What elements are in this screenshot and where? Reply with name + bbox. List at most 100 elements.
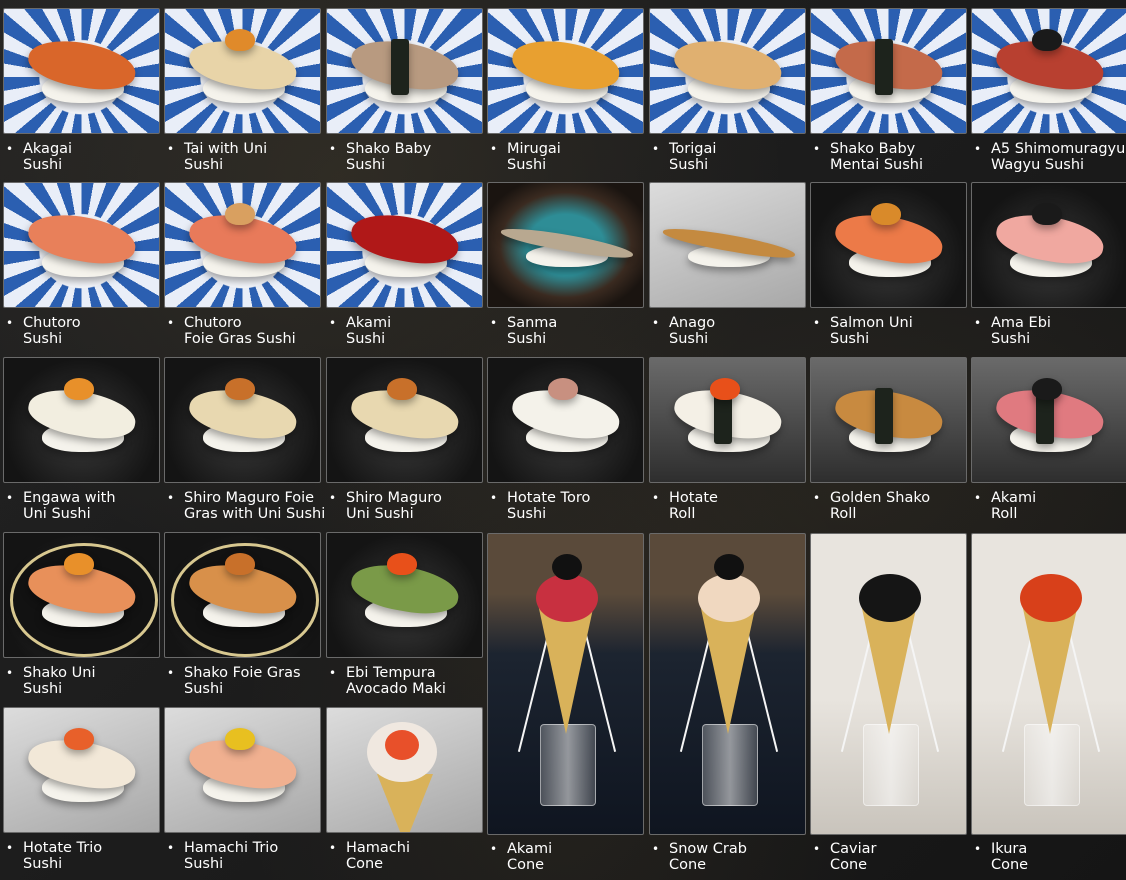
garnish-topping: [64, 378, 94, 400]
bullet-icon: •: [167, 666, 175, 680]
menu-item-name-line2: Sushi: [507, 157, 547, 173]
bullet-icon: •: [490, 316, 498, 330]
bullet-icon: •: [813, 316, 821, 330]
garnish-topping: [710, 378, 740, 400]
garnish-topping: [387, 378, 417, 400]
bullet-icon: •: [6, 841, 14, 855]
menu-item-name-line1: Hamachi Trio: [184, 840, 279, 856]
menu-item-name-line1: Chutoro: [23, 315, 81, 331]
menu-item-name-line1: Hotate Trio: [23, 840, 103, 856]
menu-item-name-line1: Ama Ebi: [991, 315, 1051, 331]
menu-item-name-line1: Chutoro: [184, 315, 242, 331]
menu-item-name-line1: Ikura: [991, 841, 1028, 857]
menu-item-name-line2: Uni Sushi: [346, 506, 414, 522]
bullet-icon: •: [813, 491, 821, 505]
garnish-topping: [225, 553, 255, 575]
nori-band: [875, 39, 893, 95]
bullet-icon: •: [652, 142, 660, 156]
waffle-cone: [700, 604, 756, 734]
menu-item-name-line1: Torigai: [669, 141, 717, 157]
food-photo-hotate-roll: [649, 357, 806, 483]
menu-item-name-line1: Mirugai: [507, 141, 561, 157]
bullet-icon: •: [329, 841, 337, 855]
menu-item-name-line1: Sanma: [507, 315, 558, 331]
menu-item-name-line2: Sushi: [346, 157, 386, 173]
bullet-icon: •: [490, 842, 498, 856]
bullet-icon: •: [974, 491, 982, 505]
food-photo-shako-uni-sushi: [3, 532, 160, 658]
menu-item-name-line2: Sushi: [669, 157, 709, 173]
food-photo-caviar-cone: [810, 533, 967, 835]
waffle-cone: [861, 604, 917, 734]
food-photo-golden-shako-roll: [810, 357, 967, 483]
garnish-topping: [871, 203, 901, 225]
garnish-topping: [225, 728, 255, 750]
garnish-topping: [225, 29, 255, 51]
menu-item-name-line2: Cone: [346, 856, 384, 872]
food-photo-chutoro-foie-gras-sushi: [164, 182, 321, 308]
menu-item-name-line2: Sushi: [669, 331, 709, 347]
bullet-icon: •: [329, 666, 337, 680]
menu-item-name-line2: Sushi: [346, 331, 386, 347]
bullet-icon: •: [329, 142, 337, 156]
waffle-cone: [377, 774, 433, 832]
menu-item-name-line1: Tai with Uni: [184, 141, 268, 157]
menu-item-name-line2: Cone: [507, 857, 545, 873]
menu-item-name-line2: Gras with Uni Sushi: [184, 506, 326, 522]
bullet-icon: •: [167, 491, 175, 505]
menu-item-name-line1: Engawa with: [23, 490, 116, 506]
menu-item-name-line1: Hamachi: [346, 840, 410, 856]
food-photo-akami-cone: [487, 533, 644, 835]
menu-item-name-line1: Akami: [507, 841, 553, 857]
menu-item-name-line2: Sushi: [23, 681, 63, 697]
food-photo-shiro-maguro-foie-gras-with-uni-sushi: [164, 357, 321, 483]
menu-item-name-line2: Sushi: [23, 157, 63, 173]
garnish-topping: [548, 378, 578, 400]
menu-item-name-line1: Caviar: [830, 841, 877, 857]
menu-item-name-line2: Cone: [669, 857, 707, 873]
menu-item-name-line1: Ebi Tempura: [346, 665, 436, 681]
garnish-topping: [1032, 378, 1062, 400]
caviar-topping: [552, 554, 582, 580]
menu-item-name-line1: A5 Shimomuragyu: [991, 141, 1126, 157]
menu-item-name-line2: Cone: [991, 857, 1029, 873]
menu-item-name-line1: Shako Baby: [346, 141, 432, 157]
food-photo-ebi-tempura-avocado-maki: [326, 532, 483, 658]
glass-cup: [1024, 724, 1080, 806]
menu-item-name-line1: Snow Crab: [669, 841, 747, 857]
bullet-icon: •: [974, 842, 982, 856]
food-photo-engawa-with-uni-sushi: [3, 357, 160, 483]
food-photo-hamachi-cone: [326, 707, 483, 833]
garnish-topping: [1032, 29, 1062, 51]
menu-item-name-line1: Akami: [991, 490, 1037, 506]
bullet-icon: •: [167, 841, 175, 855]
menu-item-name-line1: Anago: [669, 315, 716, 331]
menu-item-name-line2: Sushi: [23, 856, 63, 872]
food-photo-torigai-sushi: [649, 8, 806, 134]
food-photo-akami-sushi: [326, 182, 483, 308]
food-photo-ikura-cone: [971, 533, 1126, 835]
bullet-icon: •: [652, 842, 660, 856]
cone-filling: [536, 574, 598, 622]
garnish-topping: [225, 378, 255, 400]
menu-item-name-line2: Sushi: [23, 331, 63, 347]
food-photo-snow-crab-cone: [649, 533, 806, 835]
menu-item-name-line2: Roll: [669, 506, 696, 522]
bullet-icon: •: [813, 842, 821, 856]
menu-item-name-line2: Uni Sushi: [23, 506, 91, 522]
menu-item-name-line1: Shiro Maguro Foie: [184, 490, 315, 506]
bullet-icon: •: [813, 142, 821, 156]
bullet-icon: •: [490, 491, 498, 505]
bullet-icon: •: [6, 491, 14, 505]
glass-cup: [863, 724, 919, 806]
food-photo-mirugai-sushi: [487, 8, 644, 134]
glass-cup: [702, 724, 758, 806]
menu-item-name-line1: Akami: [346, 315, 392, 331]
menu-item-name-line1: Shako Foie Gras: [184, 665, 301, 681]
garnish-topping: [64, 553, 94, 575]
waffle-cone: [1022, 604, 1078, 734]
menu-item-name-line2: Roll: [830, 506, 857, 522]
food-photo-ama-ebi-sushi: [971, 182, 1126, 308]
food-photo-hotate-toro-sushi: [487, 357, 644, 483]
menu-item-name-line1: Golden Shako: [830, 490, 931, 506]
